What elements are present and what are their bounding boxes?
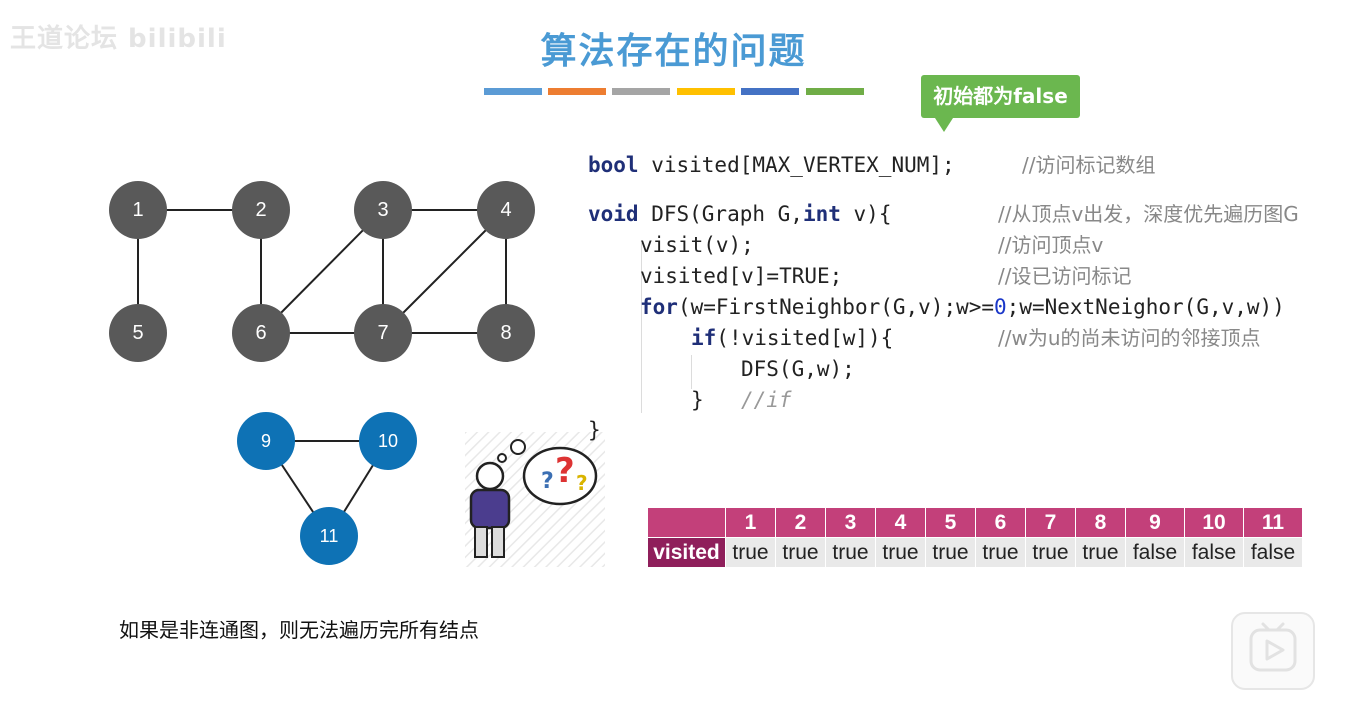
svg-text:?: ? — [555, 451, 575, 491]
callout-pointer — [935, 118, 953, 132]
table-cell: true — [1075, 537, 1126, 568]
graph-node-label: 3 — [377, 199, 388, 221]
graph-node-label: 11 — [320, 526, 339, 546]
code-number: 0 — [994, 295, 1007, 319]
table-header-cell: 11 — [1243, 507, 1303, 538]
code-keyword: for — [640, 295, 678, 319]
code-line: void DFS(Graph G,int v){ — [588, 201, 891, 228]
table-header-cell: 1 — [725, 507, 776, 538]
table-cell: true — [825, 537, 876, 568]
color-bar — [612, 88, 670, 95]
table-corner-cell — [647, 507, 726, 538]
graph-node-1: 1 — [109, 181, 167, 239]
slide-caption: 如果是非连通图，则无法遍历完所有结点 — [119, 618, 479, 642]
code-text: v){ — [840, 202, 892, 226]
indent-guide — [691, 355, 692, 389]
table-header-cell: 8 — [1075, 507, 1126, 538]
code-text: ;w=NextNeighor(G,v,w)) — [1006, 295, 1285, 319]
svg-text:?: ? — [541, 469, 554, 494]
graph-node-8: 8 — [477, 304, 535, 362]
code-comment: //从顶点v出发，深度优先遍历图G — [998, 202, 1299, 226]
graph-node-6: 6 — [232, 304, 290, 362]
code-text: visited[MAX_VERTEX_NUM]; — [638, 153, 955, 177]
graph-node-3: 3 — [354, 181, 412, 239]
table-header-cell: 9 — [1125, 507, 1185, 538]
graph-node-label: 10 — [378, 431, 398, 451]
code-keyword: bool — [588, 153, 639, 177]
graph-node-label: 7 — [377, 322, 388, 344]
code-text: (!visited[w]){ — [716, 326, 894, 350]
code-comment: //访问标记数组 — [1022, 153, 1156, 177]
table-cell: false — [1184, 537, 1244, 568]
table-header-cell: 10 — [1184, 507, 1244, 538]
code-keyword: int — [802, 202, 841, 226]
graph-node-label: 8 — [500, 322, 511, 344]
color-bar — [741, 88, 799, 95]
visited-array-table: 1 2 3 4 5 6 7 8 9 10 11 visited true tru… — [647, 507, 1303, 568]
svg-text:?: ? — [576, 471, 588, 495]
table-cell: true — [875, 537, 926, 568]
code-comment: //设已访问标记 — [998, 264, 1132, 288]
play-button[interactable] — [1231, 612, 1315, 690]
graph-node-10: 10 — [359, 412, 417, 470]
table-cell: true — [925, 537, 976, 568]
code-line: } — [588, 418, 601, 442]
code-line: visited[v]=TRUE; — [640, 264, 843, 288]
graph2-nodes: 9 10 11 — [237, 412, 417, 565]
graph-node-9: 9 — [237, 412, 295, 470]
table-header-cell: 3 — [825, 507, 876, 538]
code-line: } — [691, 388, 704, 412]
graph-node-label: 9 — [261, 431, 271, 451]
table-cell: false — [1243, 537, 1303, 568]
table-cell: true — [775, 537, 826, 568]
code-text: (w=FirstNeighbor(G,v);w>= — [677, 295, 995, 319]
graph-node-2: 2 — [232, 181, 290, 239]
table-header-cell: 7 — [1025, 507, 1076, 538]
code-comment: //访问顶点v — [998, 233, 1104, 257]
table-cell: true — [1025, 537, 1076, 568]
graph-node-5: 5 — [109, 304, 167, 362]
table-cell: true — [725, 537, 776, 568]
table-cell: true — [975, 537, 1026, 568]
code-comment: //w为u的尚未访问的邻接顶点 — [998, 326, 1261, 350]
code-line: visit(v); — [640, 233, 754, 257]
graph-node-label: 4 — [500, 199, 511, 221]
graph-node-label: 5 — [132, 322, 143, 344]
code-keyword: void — [588, 202, 639, 226]
graph-node-label: 6 — [255, 322, 266, 344]
color-bar — [677, 88, 735, 95]
table-row-header: visited — [647, 537, 726, 568]
code-line: if(!visited[w]){ — [691, 325, 893, 352]
code-line: DFS(G,w); — [741, 357, 855, 381]
code-line: for(w=FirstNeighbor(G,v);w>=0;w=NextNeig… — [640, 294, 1285, 321]
code-comment: //if — [741, 388, 792, 412]
graph-node-11: 11 — [300, 507, 358, 565]
code-keyword: if — [691, 326, 717, 350]
table-header-cell: 4 — [875, 507, 926, 538]
play-icon — [1249, 622, 1297, 672]
graph-node-label: 2 — [255, 199, 266, 221]
table-header-cell: 6 — [975, 507, 1026, 538]
code-line: bool visited[MAX_VERTEX_NUM]; — [588, 152, 955, 179]
graph-node-7: 7 — [354, 304, 412, 362]
code-text: DFS(Graph G, — [638, 202, 803, 226]
graph1-edges — [137, 209, 507, 334]
graph-node-label: 1 — [132, 199, 143, 221]
table-header-row: 1 2 3 4 5 6 7 8 9 10 11 — [647, 507, 1303, 538]
table-cell: false — [1125, 537, 1185, 568]
color-bar — [806, 88, 864, 95]
table-header-cell: 5 — [925, 507, 976, 538]
table-header-cell: 2 — [775, 507, 826, 538]
table-row: visited true true true true true true tr… — [647, 537, 1303, 568]
callout-bubble: 初始都为false — [921, 75, 1080, 118]
confused-person-illustration: ? ? ? — [465, 432, 605, 567]
graph-node-4: 4 — [477, 181, 535, 239]
